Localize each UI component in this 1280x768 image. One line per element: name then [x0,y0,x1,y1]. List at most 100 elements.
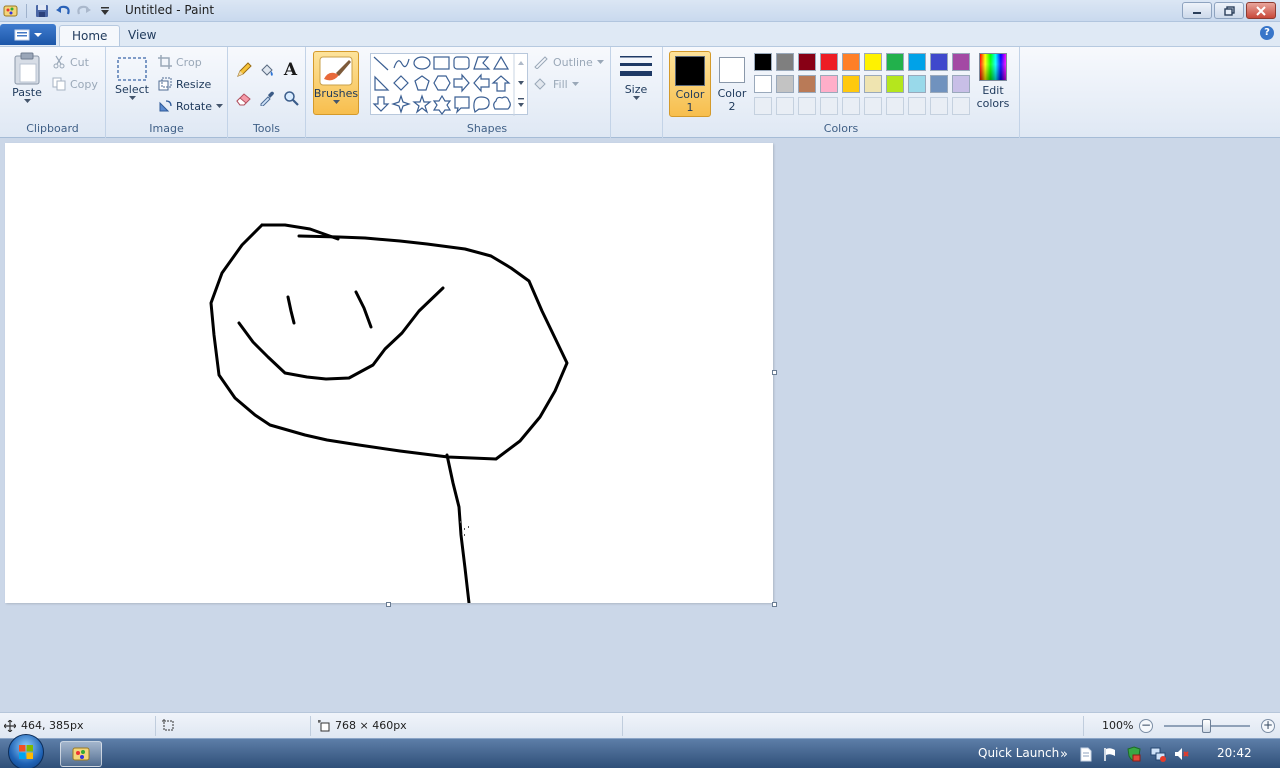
action-center-flag-icon[interactable] [1102,746,1118,762]
quick-launch-expand-icon[interactable]: » [1056,746,1072,762]
curve-shape-icon[interactable] [393,58,410,69]
custom-color-slot[interactable] [842,97,860,115]
palette-color-swatch[interactable] [776,53,794,71]
polygon-shape-icon[interactable] [473,56,491,70]
taskbar-paint-item[interactable] [60,741,102,767]
palette-color-swatch[interactable] [886,53,904,71]
diamond-shape-icon[interactable] [393,75,409,91]
restore-button[interactable] [1214,2,1244,19]
brushes-button[interactable]: Brushes [313,51,359,115]
palette-color-swatch[interactable] [886,75,904,93]
copy-button[interactable]: Copy [52,75,98,93]
zoom-slider-thumb[interactable] [1202,719,1211,733]
triangle-shape-icon[interactable] [492,55,510,70]
crop-button[interactable]: Crop [158,53,202,71]
palette-color-swatch[interactable] [908,53,926,71]
resize-handle-corner[interactable] [772,602,777,607]
security-shield-icon[interactable] [1126,746,1142,762]
palette-color-swatch[interactable] [776,75,794,93]
cut-button[interactable]: Cut [52,53,89,71]
custom-color-slot[interactable] [886,97,904,115]
network-icon[interactable] [1150,746,1166,762]
palette-color-swatch[interactable] [908,75,926,93]
paint-menu-button[interactable] [0,24,56,45]
save-icon[interactable] [33,2,51,20]
custom-color-slot[interactable] [952,97,970,115]
custom-color-slot[interactable] [798,97,816,115]
outline-button[interactable]: Outline [533,53,604,71]
color2-button[interactable]: Color 2 [713,51,751,117]
fill-button[interactable]: Fill [533,75,579,93]
close-button[interactable] [1246,2,1276,19]
custom-color-slot[interactable] [776,97,794,115]
custom-color-slot[interactable] [754,97,772,115]
zoom-in-button[interactable]: + [1261,719,1275,733]
fill-tool[interactable] [256,59,277,80]
hexagon-shape-icon[interactable] [433,75,451,91]
down-arrow-shape-icon[interactable] [372,96,390,112]
volume-muted-icon[interactable] [1174,746,1190,762]
rounded-callout-shape-icon[interactable] [454,96,470,114]
size-button[interactable]: Size [617,53,655,100]
minimize-button[interactable] [1182,2,1212,19]
oval-shape-icon[interactable] [413,56,431,70]
select-button[interactable]: Select [114,55,150,100]
cloud-callout-shape-icon[interactable] [493,96,511,110]
resize-handle-right[interactable] [772,370,777,375]
palette-color-swatch[interactable] [842,53,860,71]
custom-color-slot[interactable] [930,97,948,115]
oval-callout-shape-icon[interactable] [473,96,490,114]
zoom-out-button[interactable]: − [1139,719,1153,733]
palette-color-swatch[interactable] [820,75,838,93]
color-picker-tool[interactable] [256,87,277,108]
drawing-canvas[interactable] [5,143,773,603]
palette-color-swatch[interactable] [754,53,772,71]
right-arrow-shape-icon[interactable] [453,73,470,93]
line-shape-icon[interactable] [373,56,389,71]
eraser-tool[interactable] [233,87,254,108]
edit-colors-button[interactable]: Edit colors [975,53,1011,110]
text-tool[interactable]: A [280,59,301,80]
four-point-star-shape-icon[interactable] [391,94,411,114]
redo-icon[interactable] [75,2,93,20]
palette-color-swatch[interactable] [930,75,948,93]
paint-app-icon[interactable] [2,2,20,20]
left-arrow-shape-icon[interactable] [473,73,490,93]
pencil-tool[interactable] [233,59,254,80]
resize-button[interactable]: Resize [158,75,211,93]
palette-color-swatch[interactable] [930,53,948,71]
palette-color-swatch[interactable] [864,53,882,71]
document-icon[interactable] [1078,746,1094,762]
palette-color-swatch[interactable] [798,53,816,71]
pentagon-shape-icon[interactable] [414,75,430,91]
palette-color-swatch[interactable] [864,75,882,93]
rectangle-shape-icon[interactable] [433,56,450,70]
custom-color-slot[interactable] [908,97,926,115]
up-arrow-shape-icon[interactable] [491,75,511,92]
start-button[interactable] [8,734,44,768]
custom-color-slot[interactable] [820,97,838,115]
paste-button[interactable]: Paste [8,52,46,103]
palette-color-swatch[interactable] [952,53,970,71]
palette-color-swatch[interactable] [842,75,860,93]
quick-launch-label[interactable]: Quick Launch [978,746,1059,760]
palette-color-swatch[interactable] [754,75,772,93]
custom-color-slot[interactable] [864,97,882,115]
palette-color-swatch[interactable] [820,53,838,71]
five-point-star-shape-icon[interactable] [412,94,432,114]
rotate-button[interactable]: Rotate [158,97,224,115]
resize-handle-bottom[interactable] [386,602,391,607]
taskbar-clock[interactable]: 20:42 [1217,746,1252,760]
undo-icon[interactable] [54,2,72,20]
right-triangle-shape-icon[interactable] [374,75,390,91]
color1-button[interactable]: Color 1 [669,51,711,117]
magnifier-tool[interactable] [280,87,301,108]
tab-home[interactable]: Home [59,25,121,46]
six-point-star-shape-icon[interactable] [432,94,452,115]
rounded-rectangle-shape-icon[interactable] [453,56,470,70]
palette-color-swatch[interactable] [798,75,816,93]
tab-view[interactable]: View [116,25,168,46]
palette-color-swatch[interactable] [952,75,970,93]
help-icon[interactable]: ? [1260,26,1274,40]
customize-qat-icon[interactable] [96,2,114,20]
